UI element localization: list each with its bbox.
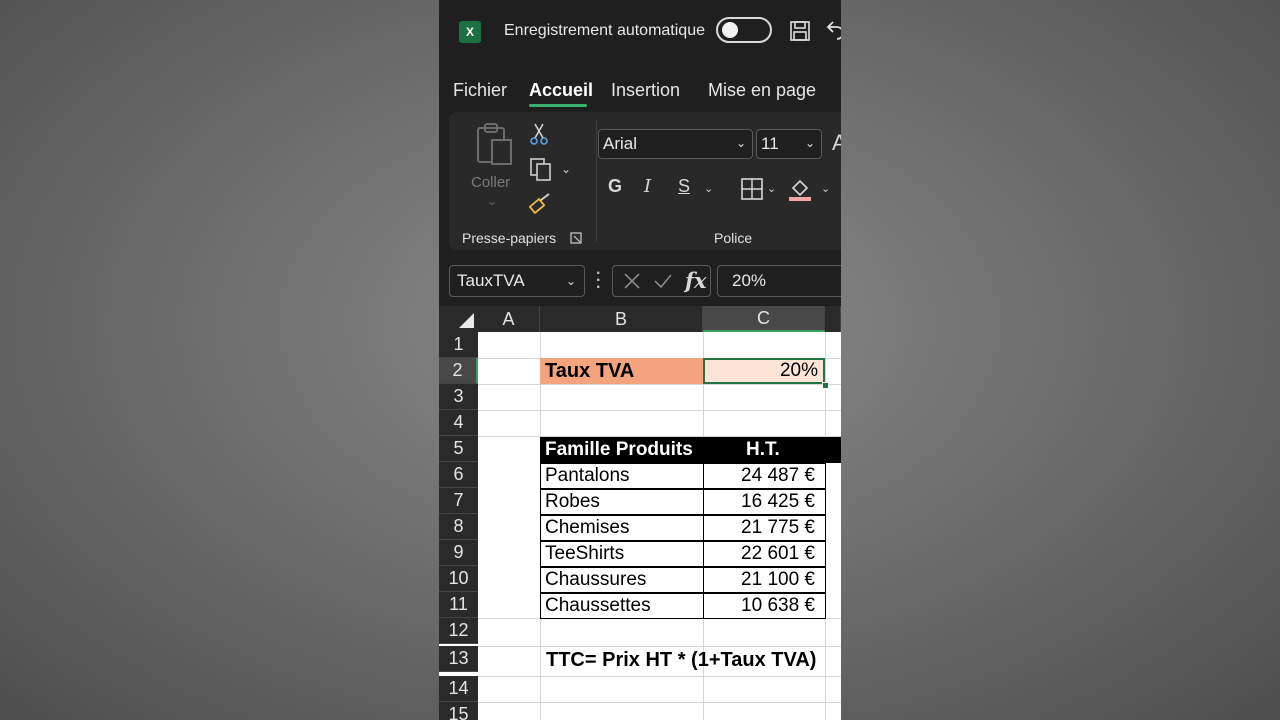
- column-header-d[interactable]: [825, 306, 841, 332]
- row-header-14[interactable]: 14: [439, 676, 478, 702]
- ttc-formula-note[interactable]: TTC= Prix HT * (1+Taux TVA): [546, 649, 816, 672]
- row-header-12[interactable]: 12: [439, 618, 478, 644]
- ribbon-tabs: Fichier Accueil Insertion Mise en page: [439, 64, 841, 110]
- spreadsheet-grid: A B C 1 2 3 4 5 6 7 8 9 10 11 12 13 14 1…: [439, 306, 841, 720]
- grow-font-icon[interactable]: A: [832, 130, 841, 156]
- tab-mise-en-page[interactable]: Mise en page: [708, 80, 816, 101]
- table-cell-ht[interactable]: 21 775 €: [703, 515, 826, 541]
- column-header-b[interactable]: B: [540, 306, 703, 332]
- name-box-value: TauxTVA: [457, 271, 525, 290]
- table-cell-famille[interactable]: Chaussures: [540, 567, 704, 593]
- fill-handle[interactable]: [822, 382, 829, 389]
- title-bar: X Enregistrement automatique: [439, 0, 841, 64]
- column-header-a[interactable]: A: [478, 306, 540, 332]
- copy-icon[interactable]: [529, 157, 553, 181]
- row-header-2[interactable]: 2: [439, 358, 478, 384]
- borders-chevron-icon[interactable]: ⌄: [767, 182, 776, 195]
- table-cell-ht[interactable]: 10 638 €: [703, 593, 826, 619]
- ribbon-accueil: Coller ⌄ ⌄ Presse-papiers Arial ⌄ 11 ⌄ A…: [449, 112, 841, 250]
- autosave-label: Enregistrement automatique: [504, 22, 705, 39]
- bold-button[interactable]: G: [608, 176, 622, 197]
- ribbon-separator: [596, 120, 597, 242]
- save-icon[interactable]: [789, 20, 811, 42]
- underline-button[interactable]: S: [678, 176, 690, 197]
- excel-window: X Enregistrement automatique Fichier Acc…: [439, 0, 841, 720]
- autosave-toggle[interactable]: [716, 17, 772, 43]
- active-tab-indicator: [529, 104, 587, 107]
- chevron-down-icon: ⌄: [804, 136, 815, 150]
- chevron-down-icon: ⌄: [565, 274, 576, 288]
- font-name-value: Arial: [603, 134, 638, 153]
- cut-icon[interactable]: [529, 122, 549, 146]
- chevron-down-icon: ⌄: [735, 136, 746, 150]
- table-cell-famille[interactable]: Chaussettes: [540, 593, 704, 619]
- select-all-button[interactable]: [439, 306, 479, 332]
- paste-button-label[interactable]: Coller: [471, 174, 510, 191]
- row-header-7[interactable]: 7: [439, 488, 478, 514]
- clipboard-group-label: Presse-papiers: [462, 230, 557, 246]
- tab-accueil[interactable]: Accueil: [529, 80, 593, 101]
- row-header-15[interactable]: 15: [439, 702, 478, 720]
- row-header-3[interactable]: 3: [439, 384, 478, 410]
- more-options-icon[interactable]: · · ·: [596, 266, 601, 296]
- formula-actions: fx: [612, 265, 711, 297]
- row-header-4[interactable]: 4: [439, 410, 478, 436]
- font-name-select[interactable]: Arial ⌄: [598, 129, 753, 159]
- undo-icon[interactable]: [825, 19, 841, 41]
- dialog-launcher-icon[interactable]: [570, 232, 582, 244]
- fill-color-icon[interactable]: [788, 176, 812, 202]
- insert-function-icon[interactable]: fx: [685, 268, 707, 293]
- row-header-10[interactable]: 10: [439, 566, 478, 592]
- header-famille-produits[interactable]: Famille Produits: [540, 437, 703, 463]
- underline-chevron-icon[interactable]: ⌄: [704, 182, 713, 195]
- row-header-8[interactable]: 8: [439, 514, 478, 540]
- tva-value-cell[interactable]: 20%: [703, 358, 825, 384]
- row-header-9[interactable]: 9: [439, 540, 478, 566]
- formula-input[interactable]: 20%: [717, 265, 841, 297]
- select-all-icon: [459, 313, 474, 328]
- paste-chevron-icon[interactable]: ⌄: [487, 194, 497, 208]
- copy-chevron-icon[interactable]: ⌄: [561, 162, 571, 176]
- table-cell-ht[interactable]: 22 601 €: [703, 541, 826, 567]
- name-box[interactable]: TauxTVA ⌄: [449, 265, 585, 297]
- cancel-entry-icon[interactable]: [623, 272, 641, 290]
- borders-icon[interactable]: [741, 178, 763, 200]
- font-group-label: Police: [714, 230, 753, 246]
- fill-color-chevron-icon[interactable]: ⌄: [821, 182, 830, 195]
- font-size-value: 11: [761, 134, 779, 153]
- tva-label-cell[interactable]: Taux TVA: [540, 358, 703, 384]
- gridline: [478, 384, 841, 385]
- tab-insertion[interactable]: Insertion: [611, 80, 680, 101]
- row-header-6[interactable]: 6: [439, 462, 478, 488]
- table-cell-ht[interactable]: 24 487 €: [703, 463, 826, 489]
- table-cell-famille[interactable]: Robes: [540, 489, 704, 515]
- paste-icon[interactable]: [475, 122, 515, 166]
- column-header-c[interactable]: C: [703, 306, 825, 332]
- gridline: [478, 410, 841, 411]
- font-size-select[interactable]: 11 ⌄: [756, 129, 822, 159]
- excel-app-icon: X: [459, 21, 485, 43]
- row-header-11[interactable]: 11: [439, 592, 478, 618]
- table-cell-famille[interactable]: TeeShirts: [540, 541, 704, 567]
- header-ht[interactable]: H.T.: [703, 437, 841, 463]
- table-cell-famille[interactable]: Chemises: [540, 515, 704, 541]
- gridline: [478, 646, 841, 647]
- row-header-5[interactable]: 5: [439, 436, 478, 462]
- table-cell-famille[interactable]: Pantalons: [540, 463, 704, 489]
- table-cell-ht[interactable]: 16 425 €: [703, 489, 826, 515]
- table-cell-ht[interactable]: 21 100 €: [703, 567, 826, 593]
- row-header-13[interactable]: 13: [439, 646, 478, 672]
- tab-fichier[interactable]: Fichier: [453, 80, 507, 101]
- italic-button[interactable]: I: [644, 176, 651, 197]
- gridline: [478, 702, 841, 703]
- format-painter-icon[interactable]: [529, 192, 553, 216]
- row-header-1[interactable]: 1: [439, 332, 478, 358]
- confirm-entry-icon[interactable]: [653, 272, 673, 290]
- toggle-knob: [722, 22, 738, 38]
- gridline: [478, 676, 841, 677]
